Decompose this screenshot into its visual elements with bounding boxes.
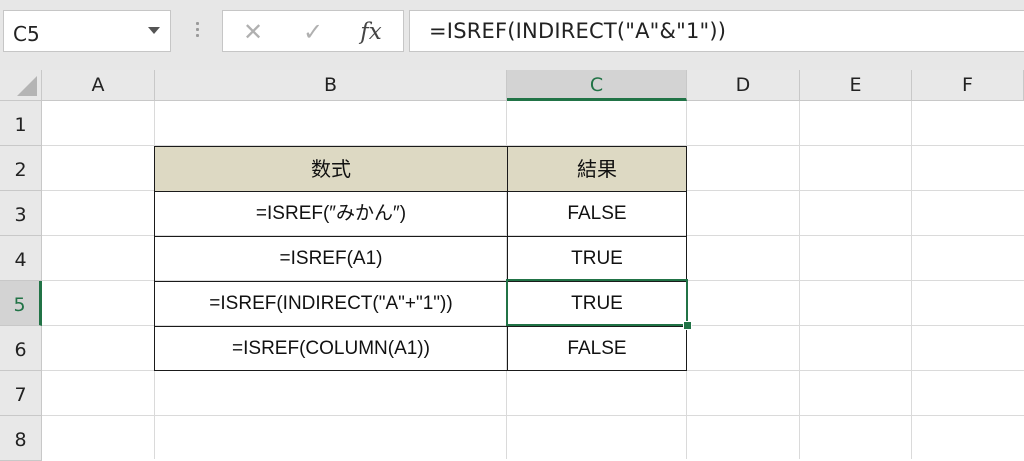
row-header-1[interactable]: 1 bbox=[0, 101, 42, 146]
table-border bbox=[154, 191, 687, 192]
active-cell-selection[interactable] bbox=[506, 279, 688, 326]
column-header-a[interactable]: A bbox=[42, 70, 155, 101]
table-cell-formula[interactable]: =ISREF(″みかん″) bbox=[155, 192, 507, 236]
column-header-e[interactable]: E bbox=[800, 70, 912, 101]
column-header-b[interactable]: B bbox=[155, 70, 507, 101]
row-header-6[interactable]: 6 bbox=[0, 326, 42, 371]
table-cell-formula[interactable]: =ISREF(INDIRECT("A"+"1")) bbox=[155, 282, 507, 326]
name-box-value: C5 bbox=[13, 22, 40, 46]
close-icon[interactable]: ✕ bbox=[233, 16, 273, 48]
row-header-7[interactable]: 7 bbox=[0, 371, 42, 416]
table-border bbox=[686, 146, 687, 371]
row-header-8[interactable]: 8 bbox=[0, 416, 42, 461]
insert-function-button[interactable]: fx bbox=[351, 16, 391, 48]
formula-bar-area: C5 ✕ ✓ fx =ISREF(INDIRECT("A"&"1")) bbox=[0, 0, 1024, 70]
formula-input[interactable]: =ISREF(INDIRECT("A"&"1")) bbox=[409, 10, 1024, 52]
table-border bbox=[154, 146, 155, 371]
gridline bbox=[42, 415, 1024, 416]
table-cell-result[interactable]: FALSE bbox=[507, 192, 687, 236]
table-border bbox=[154, 370, 687, 371]
column-header-f[interactable]: F bbox=[912, 70, 1024, 101]
table-header-formula[interactable]: 数式 bbox=[155, 147, 507, 191]
chevron-down-icon[interactable] bbox=[148, 27, 160, 34]
table-border bbox=[154, 236, 687, 237]
name-box[interactable]: C5 bbox=[3, 10, 171, 52]
grip-icon[interactable] bbox=[194, 22, 202, 42]
row-header-2[interactable]: 2 bbox=[0, 146, 42, 191]
check-icon[interactable]: ✓ bbox=[293, 16, 333, 48]
table-cell-formula[interactable]: =ISREF(COLUMN(A1)) bbox=[155, 327, 507, 371]
table-header-result[interactable]: 結果 bbox=[507, 147, 687, 191]
table-border bbox=[154, 326, 687, 327]
column-header-c[interactable]: C bbox=[507, 70, 687, 101]
fill-handle[interactable] bbox=[683, 321, 692, 330]
table-border bbox=[507, 146, 508, 371]
formula-buttons: ✕ ✓ fx bbox=[222, 10, 404, 52]
row-header-4[interactable]: 4 bbox=[0, 236, 42, 281]
column-header-d[interactable]: D bbox=[687, 70, 800, 101]
table-cell-formula[interactable]: =ISREF(A1) bbox=[155, 237, 507, 281]
row-header-3[interactable]: 3 bbox=[0, 191, 42, 236]
row-header-5[interactable]: 5 bbox=[0, 281, 42, 326]
table-cell-result[interactable]: FALSE bbox=[507, 327, 687, 371]
select-all-button[interactable] bbox=[0, 70, 42, 101]
table-cell-result[interactable]: TRUE bbox=[507, 237, 687, 281]
table-border bbox=[154, 146, 687, 147]
formula-text: =ISREF(INDIRECT("A"&"1")) bbox=[429, 19, 727, 43]
